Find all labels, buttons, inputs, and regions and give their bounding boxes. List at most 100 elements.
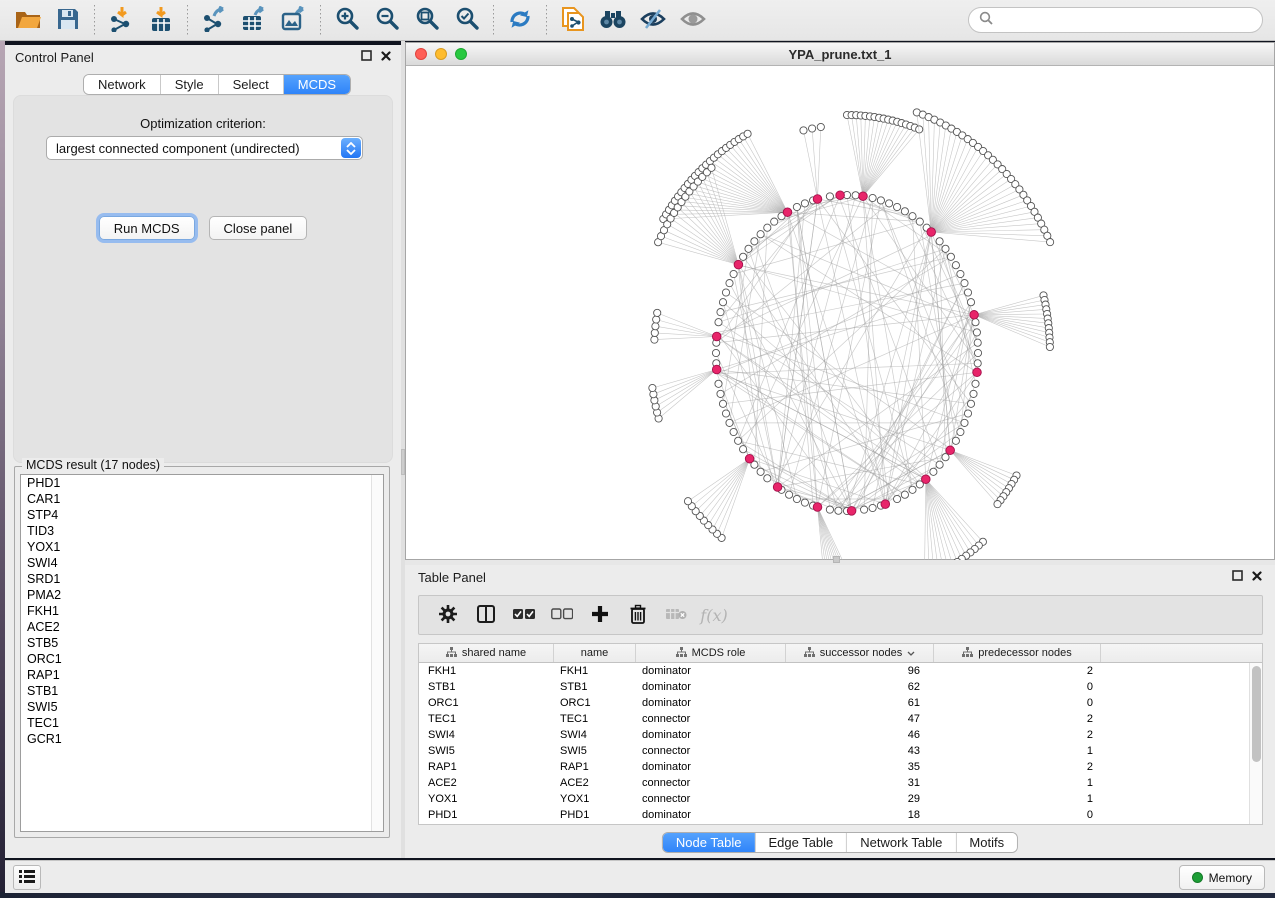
splitter-grip[interactable] xyxy=(833,556,840,563)
cell-successor-nodes: 31 xyxy=(786,777,934,789)
save-session-button[interactable] xyxy=(48,3,88,37)
list-item[interactable]: ORC1 xyxy=(21,651,383,667)
export-image-button[interactable] xyxy=(274,3,314,37)
list-item[interactable]: TEC1 xyxy=(21,715,383,731)
minimize-window-icon[interactable] xyxy=(435,48,447,60)
table-toolbar: f(x) xyxy=(418,595,1263,635)
table-row[interactable]: STB1STB1dominator620 xyxy=(419,679,1249,695)
node-table-header: shared name name MCDS role successor nod… xyxy=(419,644,1262,663)
network-graph[interactable] xyxy=(406,66,1274,560)
list-item[interactable]: TID3 xyxy=(21,523,383,539)
list-item[interactable]: SWI4 xyxy=(21,555,383,571)
list-item[interactable]: STB1 xyxy=(21,683,383,699)
create-column-button[interactable] xyxy=(581,598,619,632)
search-box[interactable] xyxy=(968,7,1263,33)
table-settings-button[interactable] xyxy=(429,598,467,632)
network-window-titlebar[interactable]: YPA_prune.txt_1 xyxy=(406,43,1274,66)
list-item[interactable]: FKH1 xyxy=(21,603,383,619)
hierarchy-icon xyxy=(676,647,687,660)
table-scrollbar-thumb[interactable] xyxy=(1252,666,1261,762)
search-input[interactable] xyxy=(999,13,1252,28)
column-header-shared-name[interactable]: shared name xyxy=(419,644,554,662)
table-row[interactable]: PHD1PHD1dominator180 xyxy=(419,807,1249,823)
tab-edge-table[interactable]: Edge Table xyxy=(755,833,847,852)
list-item[interactable]: SRD1 xyxy=(21,571,383,587)
cell-name: YOX1 xyxy=(554,793,636,805)
zoom-in-button[interactable] xyxy=(327,3,367,37)
tab-motifs[interactable]: Motifs xyxy=(956,833,1017,852)
cell-name: SWI4 xyxy=(554,729,636,741)
float-panel-icon[interactable] xyxy=(1232,568,1243,586)
delete-table-button[interactable] xyxy=(657,598,695,632)
table-row[interactable]: TEC1TEC1connector472 xyxy=(419,711,1249,727)
table-row[interactable]: YOX1YOX1connector291 xyxy=(419,791,1249,807)
close-window-icon[interactable] xyxy=(415,48,427,60)
mcds-result-list[interactable]: PHD1CAR1STP4TID3YOX1SWI4SRD1PMA2FKH1ACE2… xyxy=(20,474,384,832)
column-header-successor-nodes[interactable]: successor nodes xyxy=(786,644,934,662)
run-mcds-button[interactable]: Run MCDS xyxy=(99,216,195,240)
cell-mcds-role: connector xyxy=(636,777,786,789)
cell-successor-nodes: 46 xyxy=(786,729,934,741)
close-panel-icon[interactable] xyxy=(1252,568,1262,586)
cell-mcds-role: connector xyxy=(636,713,786,725)
column-header-mcds-role[interactable]: MCDS role xyxy=(636,644,786,662)
new-network-from-selection-button[interactable] xyxy=(553,3,593,37)
mcds-result-title: MCDS result (17 nodes) xyxy=(22,458,164,472)
function-builder-button[interactable]: f(x) xyxy=(695,598,733,632)
tab-mcds[interactable]: MCDS xyxy=(284,75,350,94)
mcds-options-box: Optimization criterion: largest connecte… xyxy=(13,95,393,463)
list-item[interactable]: YOX1 xyxy=(21,539,383,555)
show-columns-button[interactable] xyxy=(467,598,505,632)
table-row[interactable]: ORC1ORC1dominator610 xyxy=(419,695,1249,711)
float-panel-icon[interactable] xyxy=(361,48,372,66)
deselect-all-rows-button[interactable] xyxy=(543,598,581,632)
criterion-dropdown[interactable]: largest connected component (undirected) xyxy=(46,136,363,160)
network-canvas[interactable] xyxy=(406,66,1274,559)
table-row[interactable]: FKH1FKH1dominator962 xyxy=(419,663,1249,679)
show-graphics-details-button[interactable] xyxy=(673,3,713,37)
zoom-fit-button[interactable] xyxy=(407,3,447,37)
mcds-list-scrollbar[interactable] xyxy=(371,475,383,831)
tab-network-table[interactable]: Network Table xyxy=(847,833,956,852)
maximize-window-icon[interactable] xyxy=(455,48,467,60)
table-row[interactable]: RAP1RAP1dominator352 xyxy=(419,759,1249,775)
list-item[interactable]: STP4 xyxy=(21,507,383,523)
hide-graphics-details-button[interactable] xyxy=(633,3,673,37)
list-item[interactable]: ACE2 xyxy=(21,619,383,635)
column-header-predecessor-nodes[interactable]: predecessor nodes xyxy=(934,644,1101,662)
table-row[interactable]: SWI4SWI4dominator462 xyxy=(419,727,1249,743)
task-history-button[interactable] xyxy=(13,865,41,890)
select-all-rows-button[interactable] xyxy=(505,598,543,632)
export-network-button[interactable] xyxy=(194,3,234,37)
list-item[interactable]: STB5 xyxy=(21,635,383,651)
status-bar: Memory xyxy=(5,860,1275,893)
list-item[interactable]: CAR1 xyxy=(21,491,383,507)
list-item[interactable]: PMA2 xyxy=(21,587,383,603)
memory-button[interactable]: Memory xyxy=(1179,865,1265,890)
apply-layout-button[interactable] xyxy=(500,3,540,37)
import-network-button[interactable] xyxy=(101,3,141,37)
export-table-button[interactable] xyxy=(234,3,274,37)
list-item[interactable]: GCR1 xyxy=(21,731,383,747)
trash-icon xyxy=(629,604,647,627)
table-row[interactable]: SWI5SWI5connector431 xyxy=(419,743,1249,759)
tab-network[interactable]: Network xyxy=(84,75,161,94)
find-button[interactable] xyxy=(593,3,633,37)
close-panel-icon[interactable] xyxy=(381,48,391,66)
zoom-selected-button[interactable] xyxy=(447,3,487,37)
tab-select[interactable]: Select xyxy=(219,75,284,94)
list-item[interactable]: RAP1 xyxy=(21,667,383,683)
table-row[interactable]: ACE2ACE2connector311 xyxy=(419,775,1249,791)
delete-column-button[interactable] xyxy=(619,598,657,632)
column-header-name[interactable]: name xyxy=(554,644,636,662)
zoom-out-button[interactable] xyxy=(367,3,407,37)
import-table-button[interactable] xyxy=(141,3,181,37)
table-scrollbar[interactable] xyxy=(1249,663,1262,824)
list-item[interactable]: SWI5 xyxy=(21,699,383,715)
tab-node-table[interactable]: Node Table xyxy=(663,833,756,852)
open-session-button[interactable] xyxy=(8,3,48,37)
close-panel-button[interactable]: Close panel xyxy=(209,216,308,240)
tab-style[interactable]: Style xyxy=(161,75,219,94)
unchecked-boxes-icon xyxy=(551,608,573,623)
list-item[interactable]: PHD1 xyxy=(21,475,383,491)
